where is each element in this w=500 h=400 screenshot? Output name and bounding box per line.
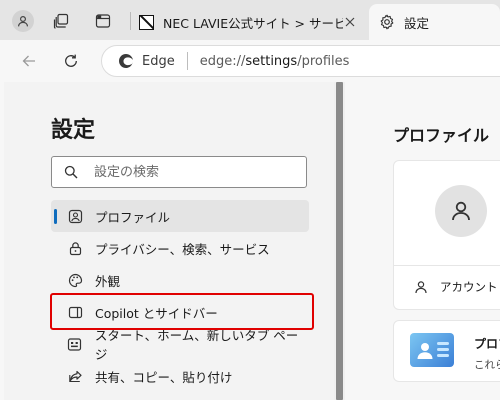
search-input[interactable]	[92, 163, 282, 181]
sidebar-item-copilot-sidebar[interactable]: Copilot とサイドバー	[51, 296, 309, 328]
nec-favicon-icon	[139, 14, 154, 30]
account-label: アカウント	[440, 280, 498, 294]
url-host: settings	[245, 53, 298, 69]
sidebar-icon	[67, 304, 83, 320]
arrow-left-icon	[22, 55, 35, 67]
settings-title: 設定	[51, 118, 96, 143]
close-tab-button[interactable]	[342, 14, 358, 30]
account-icon	[414, 280, 428, 294]
promo-card[interactable]: プロフ これら	[393, 320, 500, 382]
sidebar-item-appearance[interactable]: 外観	[51, 264, 309, 296]
profile-promo-illustration	[410, 333, 454, 367]
tab-title: NEC LAVIE公式サイト > サービス＆サ	[163, 15, 343, 31]
gear-icon	[380, 14, 394, 30]
toolbar: Edge edge://settings/profiles	[0, 40, 500, 82]
profile-icon	[67, 208, 83, 224]
person-icon	[452, 201, 470, 221]
url-text[interactable]: edge://settings/profiles	[200, 54, 350, 69]
sidebar-item-label: プライバシー、検索、サービス	[95, 241, 270, 257]
card-divider	[394, 265, 500, 266]
tab-settings[interactable]: 設定	[369, 4, 500, 40]
workspaces-icon	[53, 13, 69, 29]
profile-card: アカウント	[393, 160, 500, 310]
promo-text: これら	[474, 359, 500, 371]
sidebar-scrollbar[interactable]	[334, 82, 345, 400]
lock-icon	[67, 240, 83, 256]
palette-icon	[67, 272, 83, 288]
promo-title: プロフ	[474, 337, 500, 351]
profile-button[interactable]	[8, 7, 38, 35]
home-grid-icon	[67, 336, 83, 352]
avatar[interactable]	[435, 185, 487, 237]
account-row[interactable]: アカウント	[414, 279, 498, 295]
site-identity[interactable]: Edge	[118, 53, 175, 69]
back-button[interactable]	[14, 47, 44, 75]
url-prefix: edge://	[199, 53, 246, 69]
refresh-icon	[65, 54, 77, 67]
scrollbar-thumb[interactable]	[336, 82, 343, 400]
search-icon	[64, 165, 78, 179]
settings-page: 設定 プロファイル プライバシー、検索、サービス 外観	[0, 82, 500, 400]
tab-divider	[130, 12, 131, 30]
sidebar-item-label: 外観	[95, 273, 121, 289]
tab-nec-lavie[interactable]: NEC LAVIE公式サイト > サービス＆サ	[130, 4, 368, 40]
person-icon	[12, 10, 34, 32]
share-icon	[67, 368, 83, 384]
sidebar-item-profiles[interactable]: プロファイル	[51, 200, 309, 232]
page-title: プロファイル	[393, 126, 490, 145]
address-bar[interactable]: Edge edge://settings/profiles	[101, 45, 500, 77]
sidebar-item-privacy[interactable]: プライバシー、検索、サービス	[51, 232, 309, 264]
refresh-button[interactable]	[56, 47, 86, 75]
vertical-tabs-icon	[95, 14, 111, 28]
sidebar-item-label: 共有、コピー、貼り付け	[95, 369, 233, 385]
tab-strip: NEC LAVIE公式サイト > サービス＆サ 設定	[0, 0, 500, 40]
settings-nav: プロファイル プライバシー、検索、サービス 外観 Copilot とサイドバー …	[51, 200, 309, 392]
settings-search[interactable]	[51, 156, 307, 188]
close-icon	[345, 17, 355, 27]
workspaces-button[interactable]	[46, 7, 76, 35]
edge-logo-icon	[119, 54, 133, 68]
sidebar-item-label: スタート、ホーム、新しいタブ ページ	[94, 328, 299, 362]
edge-label: Edge	[142, 53, 175, 69]
sidebar-item-label: プロファイル	[95, 209, 171, 225]
sidebar-item-label: Copilot とサイドバー	[95, 305, 218, 321]
tab-actions-button[interactable]	[88, 7, 118, 35]
sidebar-item-start-home-newtab[interactable]: スタート、ホーム、新しいタブ ページ	[51, 328, 309, 362]
tab-title: 設定	[404, 15, 430, 31]
address-divider	[186, 52, 188, 70]
url-path: /profiles	[297, 53, 350, 69]
sidebar-item-share-copy-paste[interactable]: 共有、コピー、貼り付け	[51, 360, 309, 392]
